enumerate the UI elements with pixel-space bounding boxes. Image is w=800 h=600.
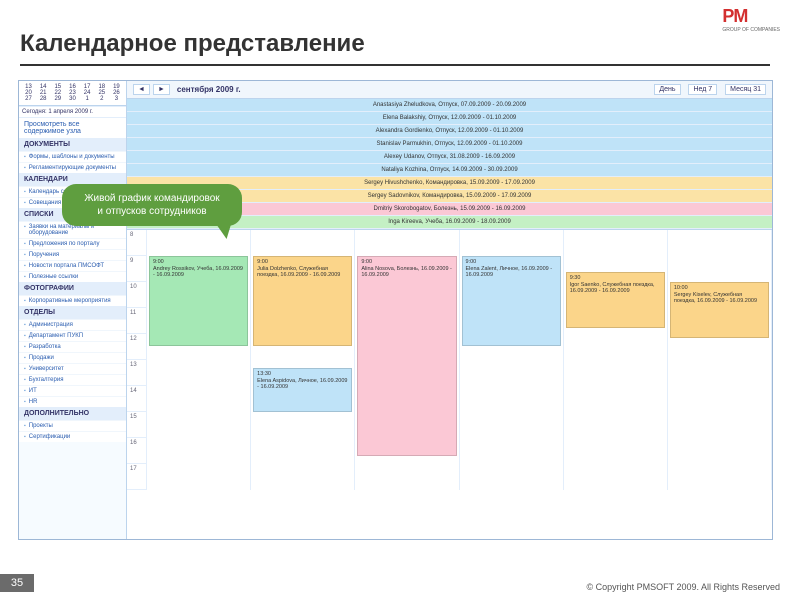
allday-event[interactable]: Alexandra Gordienko, Отпуск, 12.09.2009 … <box>127 125 772 138</box>
mini-cal-day[interactable]: 2 <box>95 96 108 102</box>
mini-cal-day[interactable]: 27 <box>22 96 35 102</box>
view-week[interactable]: Нед 7 <box>688 84 717 95</box>
calendar-event[interactable]: 13:30Elena Aspidova, Личное, 16.09.2009 … <box>253 368 352 412</box>
sidebar: 131415161718192021222324252627282930123 … <box>19 81 127 539</box>
hour-label: 9 <box>127 256 146 282</box>
copyright: © Copyright PMSOFT 2009. All Rights Rese… <box>586 582 780 592</box>
calendar-event[interactable]: 9:00Alina Nosova, Болезнь, 16.09.2009 - … <box>357 256 456 456</box>
day-column: 9:30Igor Saenko, Служебная поездка, 16.0… <box>564 230 668 490</box>
today-label: Сегодня: 1 апреля 2009 г. <box>19 106 126 117</box>
sidebar-link[interactable]: Корпоративные мероприятия <box>19 295 126 306</box>
brand-logo: PMGROUP OF COMPANIES <box>722 6 780 33</box>
prev-button[interactable]: ◄ <box>133 84 150 95</box>
day-columns: 9:00Andrey Rossikov, Учеба, 16.09.2009 -… <box>147 230 772 490</box>
sidebar-link[interactable]: Предложения по порталу <box>19 238 126 249</box>
calendar-event[interactable]: 9:00Julia Dolzhenko, Служебная поездка, … <box>253 256 352 346</box>
sidebar-link[interactable]: Формы, шаблоны и документы <box>19 151 126 162</box>
calendar-event[interactable]: 9:30Igor Saenko, Служебная поездка, 16.0… <box>566 272 665 328</box>
sidebar-heading: ДОПОЛНИТЕЛЬНО <box>19 407 126 420</box>
month-label: сентября 2009 г. <box>177 85 241 94</box>
calendar-event[interactable]: 10:00Sergey Kiselev, Служебная поездка, … <box>670 282 769 338</box>
mini-cal-day[interactable]: 30 <box>66 96 79 102</box>
day-column: 9:00Alina Nosova, Болезнь, 16.09.2009 - … <box>355 230 459 490</box>
view-month[interactable]: Месяц 31 <box>725 84 766 95</box>
hour-label: 13 <box>127 360 146 386</box>
hour-label: 8 <box>127 230 146 256</box>
day-column: 9:00Julia Dolzhenko, Служебная поездка, … <box>251 230 355 490</box>
allday-event[interactable]: Anastasiya Zheludkova, Отпуск, 07.09.200… <box>127 99 772 112</box>
calendar-event[interactable]: 9:00Elena Zalent, Личное, 16.09.2009 - 1… <box>462 256 561 346</box>
hour-label: 10 <box>127 282 146 308</box>
view-day[interactable]: День <box>654 84 680 95</box>
day-column: 9:00Andrey Rossikov, Учеба, 16.09.2009 -… <box>147 230 251 490</box>
title-divider <box>20 64 770 66</box>
sidebar-link[interactable]: Сертификации <box>19 431 126 442</box>
hour-label: 12 <box>127 334 146 360</box>
allday-event[interactable]: Nataliya Kozhina, Отпуск, 14.09.2009 - 3… <box>127 164 772 177</box>
mini-cal-day[interactable]: 28 <box>37 96 50 102</box>
sidebar-link[interactable]: Разработка <box>19 341 126 352</box>
view-all-link[interactable]: Просмотреть все содержимое узла <box>19 117 126 138</box>
day-column: 9:00Elena Zalent, Личное, 16.09.2009 - 1… <box>460 230 564 490</box>
allday-event[interactable]: Alexey Udanov, Отпуск, 31.08.2009 - 16.0… <box>127 151 772 164</box>
allday-event[interactable]: Elena Balakshiy, Отпуск, 12.09.2009 - 01… <box>127 112 772 125</box>
sidebar-heading: ФОТОГРАФИИ <box>19 282 126 295</box>
sidebar-link[interactable]: Университет <box>19 363 126 374</box>
sidebar-link[interactable]: Администрация <box>19 319 126 330</box>
sidebar-heading: ДОКУМЕНТЫ <box>19 138 126 151</box>
calendar-event[interactable]: 9:00Andrey Rossikov, Учеба, 16.09.2009 -… <box>149 256 248 346</box>
page-number: 35 <box>0 574 34 592</box>
day-column: 10:00Sergey Kiselev, Служебная поездка, … <box>668 230 772 490</box>
hour-label: 15 <box>127 412 146 438</box>
next-button[interactable]: ► <box>153 84 170 95</box>
sidebar-link[interactable]: Полезные ссылки <box>19 271 126 282</box>
sidebar-link[interactable]: Бухгалтерия <box>19 374 126 385</box>
hour-label: 16 <box>127 438 146 464</box>
sidebar-link[interactable]: Поручения <box>19 249 126 260</box>
mini-calendar[interactable]: 131415161718192021222324252627282930123 <box>19 81 126 106</box>
hour-label: 17 <box>127 464 146 490</box>
mini-cal-day[interactable]: 29 <box>51 96 64 102</box>
sidebar-link[interactable]: Продажи <box>19 352 126 363</box>
sidebar-link[interactable]: ИТ <box>19 385 126 396</box>
slide-title: Календарное представление <box>20 30 365 58</box>
sharepoint-calendar: 131415161718192021222324252627282930123 … <box>18 80 773 540</box>
mini-cal-day[interactable]: 3 <box>110 96 123 102</box>
view-switcher: День Нед 7 Месяц 31 <box>648 86 766 93</box>
hour-label: 14 <box>127 386 146 412</box>
allday-event[interactable]: Stanislav Parmukhin, Отпуск, 12.09.2009 … <box>127 138 772 151</box>
sidebar-link[interactable]: HR <box>19 396 126 407</box>
annotation-callout: Живой график командировок и отпусков сот… <box>62 184 242 226</box>
sidebar-link[interactable]: Проекты <box>19 420 126 431</box>
time-grid: 891011121314151617 9:00Andrey Rossikov, … <box>127 230 772 490</box>
sidebar-link[interactable]: Новости портала ПМСОФТ <box>19 260 126 271</box>
calendar-main: ◄ ► сентября 2009 г. День Нед 7 Месяц 31… <box>127 81 772 539</box>
calendar-toolbar: ◄ ► сентября 2009 г. День Нед 7 Месяц 31 <box>127 81 772 99</box>
mini-cal-day[interactable]: 1 <box>81 96 94 102</box>
sidebar-link[interactable]: Регламентирующие документы <box>19 162 126 173</box>
hour-column: 891011121314151617 <box>127 230 147 490</box>
hour-label: 11 <box>127 308 146 334</box>
sidebar-heading: ОТДЕЛЫ <box>19 306 126 319</box>
sidebar-link[interactable]: Департамент ПУКП <box>19 330 126 341</box>
